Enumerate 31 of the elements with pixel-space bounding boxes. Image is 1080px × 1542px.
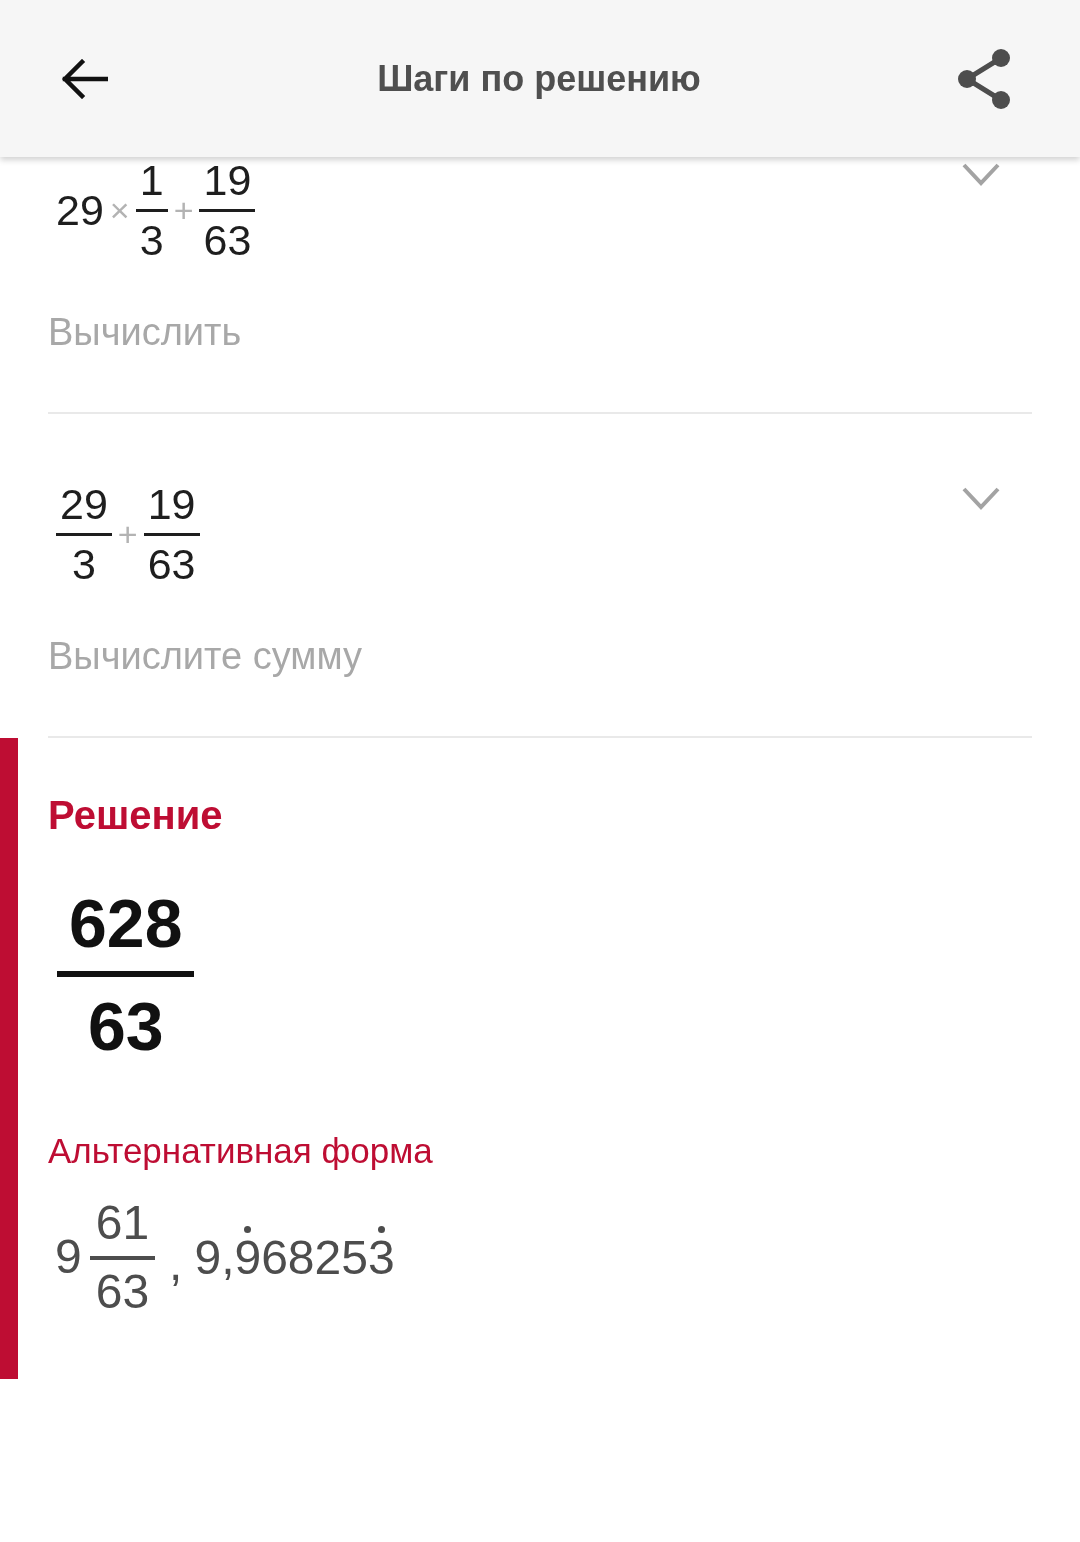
math-number: 29 [56, 187, 104, 235]
alternative-form-heading: Альтернативная форма [48, 1129, 433, 1172]
numerator: 628 [68, 886, 184, 962]
fraction-bar [143, 533, 200, 537]
solution-heading: Решение [48, 792, 223, 840]
operator-sign: + [173, 191, 194, 231]
step-description: Вычислите сумму [48, 633, 362, 679]
denominator: 63 [94, 1265, 151, 1319]
numerator: 61 [94, 1196, 151, 1250]
fraction-bar [135, 209, 168, 213]
numerator: 1 [138, 157, 165, 205]
denominator: 63 [202, 217, 253, 265]
screen-title: Шаги по решению [377, 57, 701, 100]
numerator: 29 [59, 481, 109, 529]
denominator: 3 [70, 541, 97, 589]
fraction-bar [199, 209, 256, 213]
operator-sign: × [109, 191, 130, 231]
back-arrow-icon[interactable] [60, 58, 108, 99]
step-description: Вычислить [48, 309, 242, 355]
fraction-bar [89, 1255, 156, 1260]
whole-number: 9 [55, 1231, 82, 1285]
share-icon[interactable] [956, 48, 1012, 109]
denominator: 63 [86, 989, 165, 1064]
numerator: 19 [202, 157, 253, 205]
separator-comma: , [169, 1236, 183, 1292]
numerator: 19 [146, 481, 197, 529]
repeating-decimal: 9,968253 [194, 1221, 395, 1294]
operator-sign: + [117, 515, 138, 555]
fraction-bar [56, 533, 112, 537]
denominator: 63 [146, 541, 197, 589]
denominator: 3 [138, 217, 165, 265]
